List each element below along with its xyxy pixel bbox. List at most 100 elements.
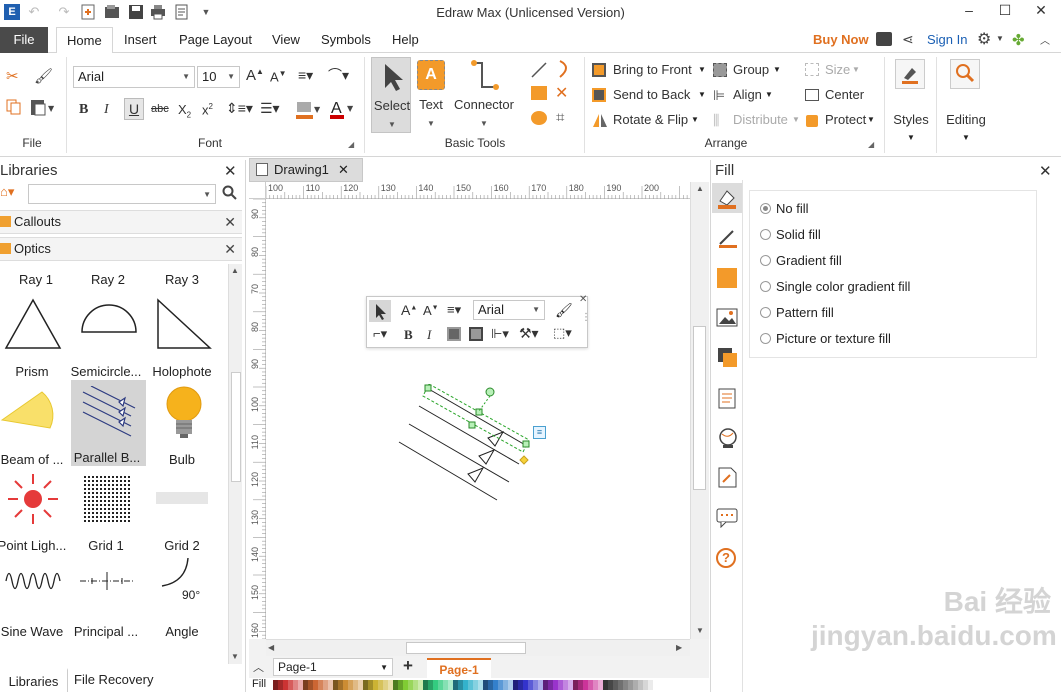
shape-grid-1[interactable]: Grid 1 (70, 468, 142, 554)
arc-tool-icon[interactable] (556, 59, 574, 82)
library-category-optics[interactable]: Optics ✕ (0, 237, 242, 261)
shape-bulb[interactable]: Bulb (146, 382, 218, 468)
image-side-icon[interactable] (716, 308, 738, 331)
shape-action-icon[interactable]: ≡ (533, 426, 546, 439)
comment-side-icon[interactable] (716, 508, 738, 531)
shrink-font-icon[interactable]: A▼ (423, 303, 439, 318)
shadow-side-icon[interactable] (717, 268, 737, 288)
close-document-icon[interactable]: ✕ (338, 159, 349, 181)
parallel-beam-shape[interactable] (391, 384, 551, 504)
radio-button[interactable] (760, 281, 771, 292)
superscript-icon[interactable]: x2 (202, 102, 213, 117)
format-painter-icon[interactable]: 🖌 (34, 67, 53, 85)
underline-icon[interactable]: U (124, 98, 144, 120)
library-search-input[interactable]: ▼ (28, 184, 216, 204)
protect-button[interactable]: Protect ▼ (805, 112, 879, 130)
shape-prism[interactable]: Prism (0, 294, 68, 380)
close-libraries-icon[interactable]: ✕ (224, 162, 237, 180)
arrange-dialog-launcher-icon[interactable]: ◢ (868, 140, 874, 149)
grow-font-icon[interactable]: A▲ (246, 67, 264, 84)
shape-angle[interactable]: 90° Angle (146, 554, 218, 640)
grow-font-icon[interactable]: A▲ (401, 302, 417, 318)
shape-ray-3[interactable]: Ray 3 (146, 272, 218, 292)
scroll-up-icon[interactable]: ▲ (696, 184, 704, 193)
editing-button[interactable]: Editing ▼ (942, 57, 990, 145)
tab-insert[interactable]: Insert (114, 27, 167, 53)
fill-option-picture-texture[interactable]: Picture or texture fill (760, 331, 891, 346)
center-button[interactable]: Center (805, 87, 875, 105)
rotate-flip-button[interactable]: Rotate & Flip ▼ (592, 112, 707, 130)
radio-button[interactable] (760, 255, 771, 266)
tab-view[interactable]: View (262, 27, 310, 53)
fill-option-solid-fill[interactable]: Solid fill (760, 227, 821, 242)
scroll-thumb[interactable] (231, 372, 241, 482)
fill-option-no-fill[interactable]: No fill (760, 201, 809, 216)
color-swatch[interactable] (648, 680, 653, 690)
select-pointer-icon[interactable] (369, 300, 391, 322)
size-button[interactable]: Size ▼ (805, 62, 865, 80)
fill-option-single-color-gradient[interactable]: Single color gradient fill (760, 279, 910, 294)
ellipse-tool-icon[interactable] (531, 111, 547, 125)
shape-parallel-beam[interactable]: Parallel B... (71, 380, 146, 466)
drawing-canvas[interactable]: A▲ A▼ ≡▾ Arial ▼ 🖌 ✕ ⋮ ⌐▾ B I ⊩▾ ⚒▾ ⬚▾ ≡ (266, 199, 690, 639)
layers-side-icon[interactable] (717, 347, 739, 372)
paste-icon[interactable]: ▼ (30, 98, 56, 119)
scroll-down-icon[interactable]: ▼ (231, 652, 239, 661)
sign-in-link[interactable]: Sign In (927, 32, 967, 47)
fill-option-pattern-fill[interactable]: Pattern fill (760, 305, 834, 320)
scroll-right-icon[interactable]: ▶ (676, 643, 682, 652)
tools-icon[interactable]: ⚒▾ (519, 325, 539, 342)
text-curve-icon[interactable]: ⌒▾ (328, 65, 349, 85)
theme-icon[interactable]: ✤ (1012, 31, 1025, 49)
close-window-button[interactable]: ✕ (1024, 0, 1058, 22)
radio-button[interactable] (760, 203, 771, 214)
cross-tool-icon[interactable]: ✕ (555, 83, 568, 103)
subscript-icon[interactable]: X2 (178, 102, 191, 120)
scroll-left-icon[interactable]: ◀ (268, 643, 274, 652)
share-icon[interactable]: ⋖ (902, 31, 914, 48)
settings-gear-icon[interactable]: ⚙ (977, 29, 991, 49)
page-tab[interactable]: Page-1 (427, 658, 491, 678)
tab-file[interactable]: File (0, 27, 48, 53)
settings-dropdown-icon[interactable]: ▼ (996, 34, 1004, 43)
canvas-horizontal-scrollbar[interactable]: ◀ ▶ (266, 639, 690, 656)
text-tool-button[interactable]: A Text ▼ (415, 57, 447, 133)
toolbar-more-icon[interactable]: ⋮ (581, 313, 591, 323)
shape-beam-of-light[interactable]: Beam of ... (0, 382, 68, 468)
radio-button[interactable] (760, 229, 771, 240)
line-spacing-icon[interactable]: ⇕≡▾ (226, 100, 253, 117)
line-tool-icon[interactable] (530, 61, 548, 82)
bold-icon[interactable]: B (79, 102, 88, 118)
globe-side-icon[interactable] (717, 427, 739, 452)
strikethrough-icon[interactable]: abc (151, 103, 169, 115)
send-to-back-button[interactable]: Send to Back ▼ (592, 87, 707, 105)
collapse-pages-icon[interactable]: ︿ (253, 659, 264, 675)
text-align-icon[interactable]: ≡▾ (298, 67, 313, 84)
radio-button[interactable] (760, 307, 771, 318)
styles-button[interactable]: Styles ▼ (890, 57, 932, 145)
shape-semicircle[interactable]: Semicircle... (70, 294, 142, 380)
bullets-icon[interactable]: ☰▾ (260, 100, 280, 117)
scroll-thumb[interactable] (693, 326, 706, 490)
close-category-icon[interactable]: ✕ (224, 211, 236, 233)
scroll-down-icon[interactable]: ▼ (696, 626, 704, 635)
help-side-icon[interactable]: ? (716, 548, 736, 568)
italic-icon[interactable]: I (104, 102, 109, 118)
group-button[interactable]: Group ▼ (713, 62, 785, 80)
scroll-thumb[interactable] (406, 642, 526, 654)
library-home-icon[interactable]: ⌂▾ (0, 184, 14, 200)
file-recovery-tab[interactable]: File Recovery (74, 668, 164, 692)
bold-icon[interactable]: B (404, 327, 413, 343)
shape-grid-2[interactable]: Grid 2 (146, 468, 218, 554)
rectangle-tool-icon[interactable] (531, 86, 547, 100)
canvas-vertical-scrollbar[interactable]: ▲ ▼ (690, 182, 709, 639)
font-size-combo[interactable]: 10 ▼ (197, 66, 240, 88)
shape-principal-axis[interactable]: Principal ... (70, 554, 142, 640)
libraries-bottom-tab[interactable]: Libraries (0, 668, 68, 692)
align-button[interactable]: ⊫ Align ▼ (713, 87, 785, 105)
add-page-icon[interactable]: + (403, 656, 413, 676)
close-toolbar-icon[interactable]: ✕ (579, 294, 587, 305)
distribute-icon[interactable]: ⊩▾ (491, 326, 509, 342)
connector-style-icon[interactable]: ⌐▾ (373, 326, 387, 342)
send-back-icon[interactable] (469, 327, 483, 341)
